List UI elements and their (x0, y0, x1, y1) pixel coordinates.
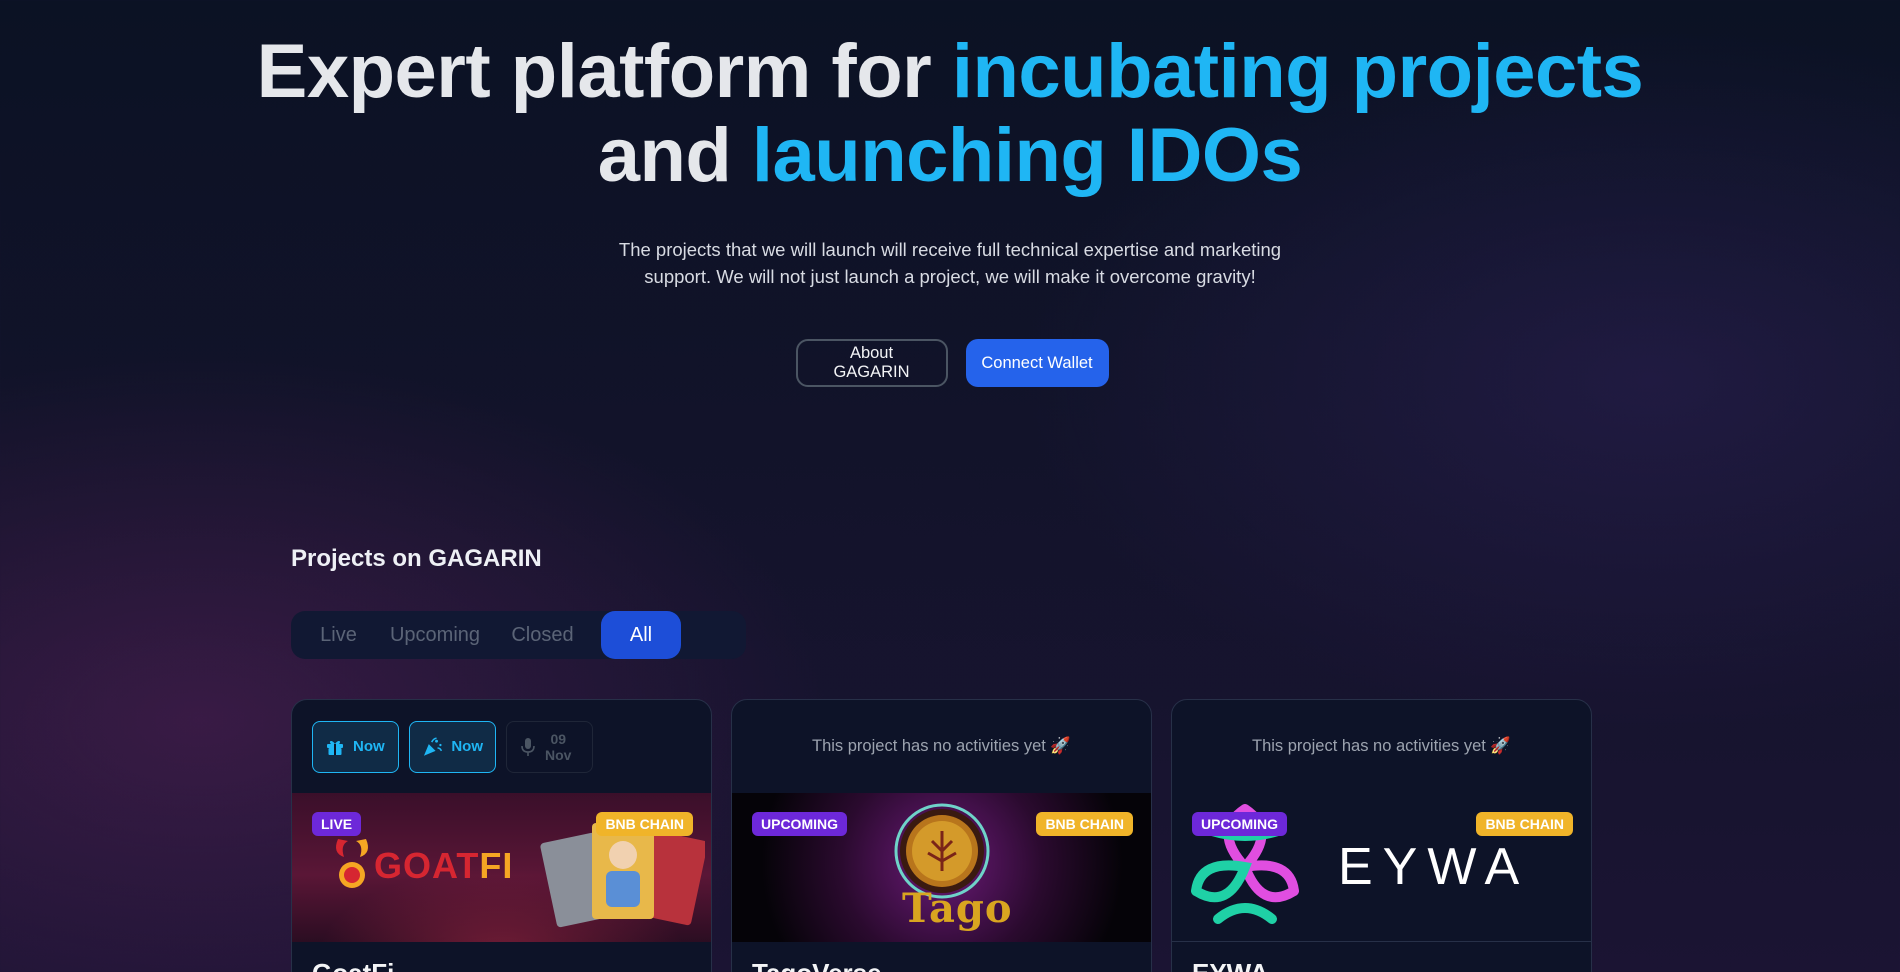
hero-title: Expert platform for incubating projects … (0, 30, 1900, 198)
hero-buttons: About GAGARIN Connect Wallet (0, 339, 1900, 387)
goatfi-logo-red: GOAT (374, 845, 480, 886)
goat-emblem-icon (336, 839, 368, 888)
activity-ama-date: 09 Nov (545, 731, 571, 763)
eywa-wordmark: EYWA (1338, 838, 1530, 896)
project-banner-eywa[interactable]: UPCOMING BNB CHAIN EYWA (1172, 793, 1591, 942)
hero-subtitle: The projects that we will launch will re… (0, 236, 1900, 290)
hero-title-accent-2: launching IDOs (751, 113, 1303, 198)
activity-giveaway[interactable]: Now (312, 720, 399, 773)
goatfi-logo-gold: FI (479, 845, 514, 886)
activity-ama-day: 09 (550, 730, 567, 747)
hero-subtitle-line-2: support. We will not just launch a proje… (644, 266, 1256, 287)
project-name[interactable]: TagoVerse (752, 958, 882, 972)
project-name[interactable]: EYWA (1192, 958, 1269, 972)
hero-title-plain-2: and (597, 113, 752, 198)
activity-ama-month: Nov (545, 746, 572, 763)
party-popper-icon (423, 736, 443, 756)
project-banner-goatfi[interactable]: LIVE BNB CHAIN GOATFI (292, 793, 711, 942)
about-gagarin-button[interactable]: About GAGARIN (795, 339, 948, 387)
tab-upcoming[interactable]: Upcoming (386, 611, 484, 659)
tab-all[interactable]: All (601, 611, 681, 659)
gift-icon (327, 740, 343, 755)
tago-logo: Tago (902, 885, 1013, 932)
chain-badge: BNB CHAIN (596, 812, 693, 836)
status-badge: UPCOMING (752, 812, 847, 836)
hero-title-line-2: and launching IDOs (0, 114, 1900, 198)
project-card-eywa[interactable]: This project has no activities yet 🚀 UPC… (1171, 699, 1592, 972)
project-card-goatfi[interactable]: Now Now 09 Nov LIVE BNB CHAIN GOATFI (291, 699, 712, 972)
no-activities-message: This project has no activities yet 🚀 (1252, 737, 1511, 755)
tab-live[interactable]: Live (291, 611, 386, 659)
project-filter-tabs: Live Upcoming Closed All (291, 611, 746, 659)
microphone-icon (521, 737, 535, 756)
activity-airdrop[interactable]: Now (409, 720, 496, 773)
chain-badge: BNB CHAIN (1476, 812, 1573, 836)
status-badge: LIVE (312, 812, 362, 836)
activity-ama[interactable]: 09 Nov (506, 720, 593, 773)
chain-badge: BNB CHAIN (1036, 812, 1133, 836)
hero-title-accent-1: incubating projects (951, 29, 1644, 114)
activity-giveaway-label: Now (353, 738, 385, 755)
hero-title-plain-1: Expert platform for (256, 29, 952, 114)
project-name[interactable]: GoatFi (312, 958, 394, 972)
hero-title-line-1: Expert platform for incubating projects (0, 30, 1900, 114)
tab-closed[interactable]: Closed (484, 611, 601, 659)
project-banner-tagoverse[interactable]: UPCOMING BNB CHAIN Tago (732, 793, 1151, 942)
status-badge: UPCOMING (1192, 812, 1287, 836)
project-card-tagoverse[interactable]: This project has no activities yet 🚀 UPC… (731, 699, 1152, 972)
goatfi-logo: GOATFI (374, 845, 513, 887)
no-activities-message: This project has no activities yet 🚀 (812, 737, 1071, 755)
connect-wallet-button[interactable]: Connect Wallet (965, 339, 1109, 387)
activities-bar: Now Now 09 Nov (292, 700, 711, 793)
hero-subtitle-line-1: The projects that we will launch will re… (618, 239, 1282, 260)
projects-section-title: Projects on GAGARIN (291, 545, 542, 572)
activity-airdrop-label: Now (451, 738, 483, 755)
